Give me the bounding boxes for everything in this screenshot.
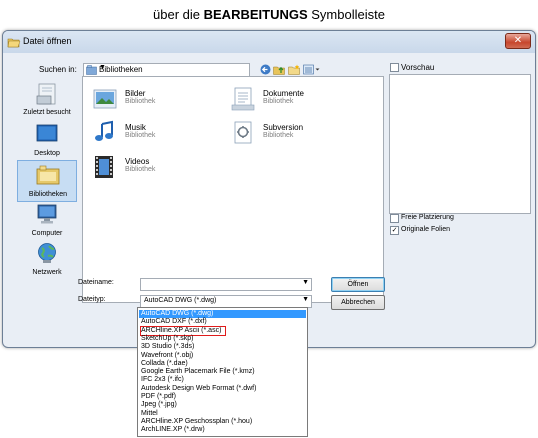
documents-library-icon [231,87,255,111]
file-item-bilder[interactable]: Bilder Bibliothek [91,85,231,117]
filetype-dropdown-list: AutoCAD DWG (*.dwg) AutoCAD DXF (*.dxf) … [137,307,308,437]
network-globe-icon [38,243,56,263]
file-type: Bibliothek [125,98,156,105]
open-folder-icon [7,38,21,48]
filetype-option[interactable]: 3D Studio (*.3ds) [141,343,305,351]
place-computer[interactable]: Computer [17,200,77,242]
file-name: Videos [125,157,150,166]
window-title: Datei öffnen [23,36,72,46]
free-placement-checkbox[interactable] [390,214,399,223]
filetype-option[interactable]: AutoCAD DXF (*.dxf) [141,318,305,326]
file-item-subversion[interactable]: Subversion Bibliothek [229,119,369,151]
filetype-option[interactable]: IFC 2x3 (*.ifc) [141,376,305,384]
place-label: Desktop [34,150,60,157]
title-bar[interactable]: Datei öffnen ✕ [3,31,535,53]
file-name: Bilder [125,89,146,98]
filetype-option[interactable]: ARCHline.XP Ascii (*.asc) [140,325,226,336]
filename-label: Dateiname: [78,279,114,286]
place-label: Computer [31,230,63,237]
file-name: Dokumente [263,89,304,98]
new-folder-icon[interactable] [288,64,300,76]
place-network[interactable]: Netzwerk [17,239,77,281]
filetype-value: AutoCAD DWG (*.dwg) [144,297,217,304]
lookin-label: Suchen in: [39,65,77,74]
original-layers-checkbox[interactable]: ✓ [390,226,399,235]
filetype-option[interactable]: SketchUp (*.skp) [141,335,305,343]
open-button[interactable]: Öffnen [331,277,385,292]
subversion-library-icon [234,121,252,144]
library-folder-icon [86,65,97,75]
videos-library-icon [95,156,113,178]
recent-places-icon [36,83,56,105]
place-libraries[interactable]: Bibliotheken [17,160,77,202]
caption-post: Symbolleiste [307,7,385,22]
file-type: Bibliothek [125,166,156,173]
desktop-icon [36,124,58,142]
filetype-option[interactable]: Jpeg (*.jpg) [141,401,305,409]
file-item-dokumente[interactable]: Dokumente Bibliothek [229,85,369,117]
music-library-icon [95,120,113,141]
caption-pre: über die [153,7,204,22]
file-item-videos[interactable]: Videos Bibliothek [91,153,231,185]
place-label: Netzwerk [32,269,62,276]
chevron-down-icon: ▼ [302,279,309,286]
view-menu-icon[interactable] [303,64,321,76]
file-type: Bibliothek [125,132,156,139]
file-name: Subversion [263,123,304,132]
places-bar: Zuletzt besucht Desktop Bibliotheken Com… [16,76,78,316]
chevron-down-icon: ▼ [99,64,106,71]
caption-bold: BEARBEITUNGS [203,7,308,22]
free-placement-label: Freie Platzierung [401,214,454,221]
file-item-musik[interactable]: Musik Bibliothek [91,119,231,151]
up-folder-icon[interactable] [273,64,285,76]
place-recent[interactable]: Zuletzt besucht [17,79,77,121]
filetype-option[interactable]: PDF (*.pdf) [141,393,305,401]
preview-label: Vorschau [401,63,435,72]
filetype-option[interactable]: Collada (*.dae) [141,360,305,368]
filetype-option[interactable]: ARCHline.XP Geschossplan (*.hou) [141,418,305,426]
filetype-option[interactable]: AutoCAD DWG (*.dwg) [139,310,306,319]
place-label: Zuletzt besucht [23,109,71,116]
cancel-button[interactable]: Abbrechen [331,295,385,310]
preview-pane [389,74,531,214]
back-icon[interactable] [259,64,271,76]
place-desktop[interactable]: Desktop [17,120,77,162]
preview-checkbox[interactable] [390,63,399,72]
filetype-option[interactable]: Autodesk Design Web Format (*.dwf) [141,385,305,393]
filetype-option[interactable]: ArchLINE.XP (*.drw) [141,426,305,434]
pictures-library-icon [93,89,117,109]
filename-input[interactable]: ▼ [140,278,312,291]
filetype-option[interactable]: Wavefront (*.obj) [141,352,305,360]
file-list: Bilder Bibliothek Dokumente Bibliothek M… [82,76,384,303]
filetype-option[interactable]: Google Earth Placemark File (*.kmz) [141,368,305,376]
libraries-icon [36,165,60,185]
file-name: Musik [125,123,146,132]
place-label: Bibliotheken [28,191,68,198]
lookin-select[interactable]: Bibliotheken ▼ [83,63,250,77]
filetype-option[interactable]: Mittel [141,410,305,418]
filetype-label: Dateityp: [78,296,106,303]
file-type: Bibliothek [263,132,294,139]
chevron-down-icon: ▼ [302,296,309,303]
file-type: Bibliothek [263,98,294,105]
computer-icon [37,204,57,224]
page-caption: über die BEARBEITUNGS Symbolleiste [0,7,538,22]
original-layers-label: Originale Folien [401,226,451,233]
close-button[interactable]: ✕ [505,33,531,49]
open-file-dialog: Datei öffnen ✕ Suchen in: Bibliotheken ▼… [2,30,536,348]
